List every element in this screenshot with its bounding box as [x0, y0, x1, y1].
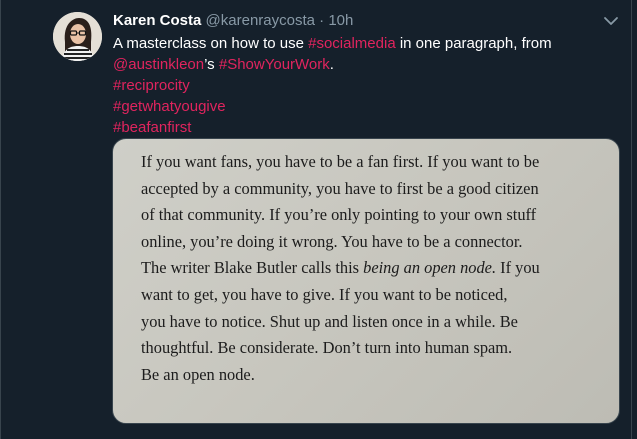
tweet-text-segment: A masterclass on how to use — [113, 35, 309, 52]
book-page-text: If you want fans, you have to be a fan f… — [141, 149, 611, 388]
timestamp[interactable]: 10h — [328, 12, 353, 29]
tweet-card[interactable]: Karen Costa @karenraycosta · 10h A maste… — [0, 0, 637, 439]
tweet-image[interactable]: If you want fans, you have to be a fan f… — [112, 138, 620, 424]
tweet-text-segment: ’s — [204, 56, 219, 73]
hashtag-link[interactable]: #socialmedia — [308, 35, 396, 52]
book-line: The writer Blake Butler calls this being… — [141, 255, 611, 282]
book-line: thoughtful. Be considerate. Don’t turn i… — [141, 338, 513, 358]
tweet-text: A masterclass on how to use #socialmedia… — [113, 33, 613, 138]
book-line: want to get, you have to give. If you wa… — [141, 284, 508, 304]
tweet-line-2: @austinkleon’s #ShowYourWork. — [113, 54, 613, 75]
hashtag-link[interactable]: #beafanfirst — [113, 117, 613, 138]
avatar[interactable] — [53, 12, 102, 61]
tweet-text-segment: . — [329, 56, 334, 73]
book-line: accepted by a community, you have to fir… — [141, 178, 539, 198]
separator-dot: · — [319, 12, 325, 29]
book-line: If you want fans, you have to be a fan f… — [141, 152, 540, 171]
author-handle[interactable]: @karenraycosta — [206, 12, 315, 29]
avatar-photo — [53, 12, 102, 61]
book-line-italic: being an open node. — [363, 258, 497, 278]
book-line: of that community. If you’re only pointi… — [141, 205, 537, 225]
tweet-line-1: A masterclass on how to use #socialmedia… — [113, 33, 613, 54]
chevron-down-icon[interactable] — [602, 12, 620, 30]
tweet-header: Karen Costa @karenraycosta · 10h — [113, 11, 353, 31]
book-line: online, you’re doing it wrong. You have … — [141, 231, 523, 251]
book-line-segment: The writer Blake Butler calls this — [141, 258, 364, 278]
tweet-text-segment: in one paragraph, from — [395, 35, 552, 52]
mention-link[interactable]: @austinkleon — [113, 56, 204, 73]
book-line: Be an open node. — [141, 364, 255, 384]
hashtag-link[interactable]: #getwhatyougive — [113, 96, 613, 117]
book-line-segment: If you — [496, 258, 540, 278]
book-line: you have to notice. Shut up and listen o… — [141, 311, 518, 331]
author-name[interactable]: Karen Costa — [113, 12, 201, 29]
hashtag-link[interactable]: #ShowYourWork — [219, 56, 330, 73]
hashtag-link[interactable]: #reciprocity — [113, 75, 613, 96]
column-divider — [631, 0, 632, 439]
